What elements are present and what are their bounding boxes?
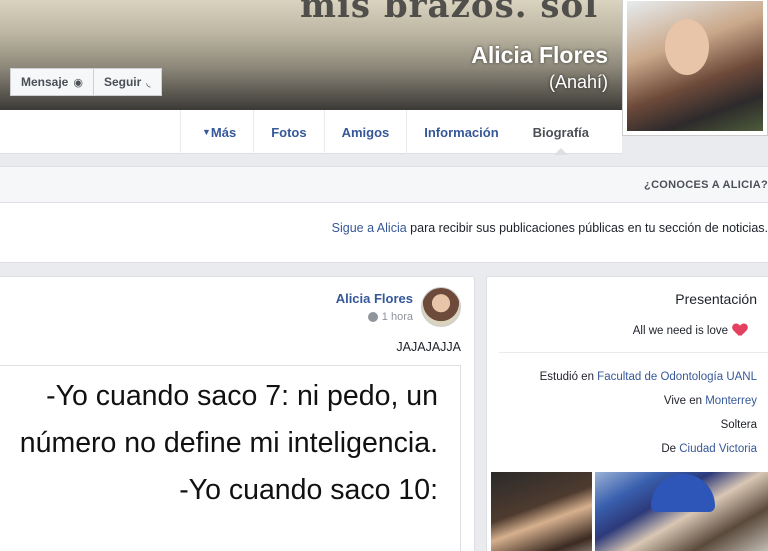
message-button[interactable]: Mensaje ◉ [10, 68, 94, 96]
follow-button[interactable]: Seguir ◟ [93, 68, 162, 96]
follow-button-label: Seguir [103, 75, 142, 89]
follow-prompt-line: Sigue a Alicia para recibir sus publicac… [332, 221, 768, 235]
intro-studied: Estudió en Facultad de Odontología UANL [540, 371, 757, 383]
post-image[interactable]: -Yo cuando saco 7: ni pedo, un número no… [0, 365, 461, 551]
tab-more-label: Más [210, 124, 237, 140]
heart-icon [733, 324, 747, 337]
profile-alias: (Anahí) [548, 72, 608, 92]
intro-lives-link[interactable]: Monterrey [705, 395, 757, 407]
post-caption: JAJAJAJJA [396, 340, 461, 354]
intro-lives-prefix: Vive en [663, 395, 706, 407]
intro-from-link[interactable]: Ciudad Victoria [679, 443, 757, 455]
profile-tabs: ▼ Más Fotos Amigos Información Biografía [179, 110, 606, 155]
intro-photos [491, 472, 768, 551]
rss-follow-icon: ◟ [146, 76, 151, 89]
profile-picture-image [627, 1, 763, 131]
know-banner: ¿CONOCES A ALICIA? [0, 166, 768, 203]
intro-photo[interactable] [491, 472, 592, 551]
profile-tab-bar: ▼ Más Fotos Amigos Información Biografía [0, 110, 622, 155]
know-banner-title: ¿CONOCES A ALICIA? [644, 179, 768, 191]
follow-prompt-link[interactable]: Sigue a Alicia [332, 221, 407, 235]
meme-text-line: -Yo cuando saco 10: [179, 474, 438, 506]
tab-about[interactable]: Información [406, 110, 515, 154]
cover-actions: Mensaje ◉ Seguir ◟ [10, 68, 162, 96]
profile-picture[interactable] [622, 0, 768, 136]
meme-text-line: número no define mi inteligencia. [19, 427, 438, 459]
post-author-name[interactable]: Alicia Flores [336, 291, 413, 306]
meme-text-line: -Yo cuando saco 7: ni pedo, un [46, 380, 438, 412]
cover-scrawl-text: mis brazos. sol [300, 0, 599, 26]
intro-bio: All we need is love [633, 324, 747, 337]
message-button-label: Mensaje [21, 75, 69, 89]
intro-divider [499, 352, 768, 353]
post-meta: 1 hora [367, 311, 413, 323]
messenger-icon: ◉ [73, 76, 83, 89]
tab-more[interactable]: ▼ Más [179, 110, 253, 154]
tab-timeline[interactable]: Biografía [516, 110, 606, 155]
post-time[interactable]: 1 hora [382, 311, 413, 323]
intro-photo[interactable] [595, 472, 768, 551]
intro-card: Presentación All we need is love Estudió… [486, 276, 768, 551]
tab-friends[interactable]: Amigos [323, 110, 407, 154]
intro-from-prefix: De [661, 443, 680, 455]
post-card: Alicia Flores 1 hora JAJAJAJJA -Yo cuand… [0, 276, 475, 551]
follow-prompt: Sigue a Alicia para recibir sus publicac… [0, 203, 768, 263]
intro-studied-prefix: Estudió en [539, 371, 598, 383]
intro-title: Presentación [675, 291, 757, 307]
intro-relationship: Soltera [720, 419, 757, 431]
tab-more-caret-icon: ▼ [201, 127, 211, 137]
tab-photos[interactable]: Fotos [253, 110, 323, 154]
intro-title-text: Presentación [675, 291, 757, 307]
intro-lives: Vive en Monterrey [664, 395, 757, 407]
profile-name[interactable]: Alicia Flores [471, 42, 608, 69]
intro-bio-text: All we need is love [632, 324, 728, 337]
public-globe-icon[interactable] [367, 312, 378, 322]
intro-from: De Ciudad Victoria [661, 443, 757, 455]
follow-prompt-text: para recibir sus publicaciones públicas … [406, 221, 768, 235]
post-author-avatar[interactable] [421, 287, 461, 327]
intro-studied-link[interactable]: Facultad de Odontología UANL [597, 371, 757, 383]
